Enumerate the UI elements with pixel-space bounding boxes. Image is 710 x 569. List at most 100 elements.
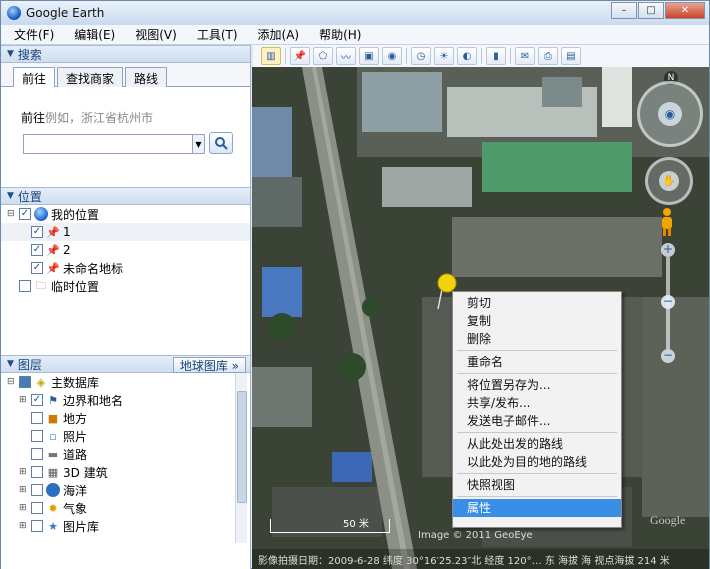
checkbox[interactable] (19, 280, 31, 292)
add-image-overlay-button[interactable]: ▣ (359, 47, 379, 65)
list-item[interactable]: ✓ 📌 未命名地标 (1, 259, 250, 277)
zoom-in-icon[interactable]: + (661, 243, 675, 257)
checkbox[interactable] (31, 430, 43, 442)
list-item[interactable]: 🗀 临时位置 (1, 277, 250, 295)
checkbox[interactable]: ✓ (31, 262, 43, 274)
menu-item-copy[interactable]: 复制 (453, 312, 621, 330)
zoom-slider[interactable]: + − − (661, 243, 675, 363)
minimize-button[interactable]: – (611, 2, 637, 19)
switch-planet-button[interactable]: ◐ (457, 47, 477, 65)
menu-item-directions-from[interactable]: 从此处出发的路线 (453, 435, 621, 453)
layers-scrollbar[interactable] (235, 373, 247, 543)
list-item[interactable]: ▫ 照片 (1, 427, 250, 445)
checkbox[interactable] (31, 448, 43, 460)
checkbox[interactable] (31, 412, 43, 424)
scrollbar-thumb[interactable] (237, 391, 247, 503)
layer-label: 3D 建筑 (63, 465, 108, 480)
checkbox[interactable] (31, 502, 43, 514)
email-button[interactable]: ✉ (515, 47, 535, 65)
expand-tree-icon[interactable]: ⊞ (19, 395, 29, 405)
menu-item-email[interactable]: 发送电子邮件... (453, 412, 621, 430)
toolbar-divider (481, 48, 482, 64)
menu-help[interactable]: 帮助(H) (306, 26, 368, 43)
zoom-out-icon[interactable]: − (661, 349, 675, 363)
menu-edit[interactable]: 编辑(E) (61, 26, 122, 43)
toolbar-divider (510, 48, 511, 64)
maximize-button[interactable]: □ (638, 2, 664, 19)
zoom-thumb-icon[interactable]: − (661, 295, 675, 309)
menu-tools[interactable]: 工具(T) (184, 26, 245, 43)
scale-label: 50 米 (343, 519, 369, 530)
menu-item-directions-to[interactable]: 以此处为目的地的路线 (453, 453, 621, 471)
layer-label: 边界和地名 (63, 393, 124, 408)
list-item[interactable]: ■ 地方 (1, 409, 250, 427)
expand-tree-icon[interactable]: ⊞ (19, 485, 29, 495)
menu-item-delete[interactable]: 删除 (453, 330, 621, 348)
checkbox[interactable] (31, 484, 43, 496)
weather-sun-icon: ✹ (48, 501, 58, 515)
add-polygon-button[interactable]: ⬠ (313, 47, 333, 65)
layers-panel-header[interactable]: ▼ 图层 地球图库 » (1, 355, 250, 373)
list-item[interactable]: ⊟ ✓ 我的位置 (1, 205, 250, 223)
expand-tree-icon[interactable]: ⊞ (19, 521, 29, 531)
ruler-button[interactable]: ▮ (486, 47, 506, 65)
expand-tree-icon[interactable]: ⊞ (19, 503, 29, 513)
list-item[interactable]: ▬ 道路 (1, 445, 250, 463)
list-item[interactable]: ✓ 📌 2 (1, 241, 250, 259)
add-placemark-button[interactable]: 📌 (290, 47, 310, 65)
menu-file[interactable]: 文件(F) (1, 26, 61, 43)
ocean-globe-icon (46, 483, 60, 497)
list-item[interactable]: ⊞ ✹ 气象 (1, 499, 250, 517)
menu-item-rename[interactable]: 重命名 (453, 353, 621, 371)
menu-add[interactable]: 添加(A) (245, 26, 307, 43)
list-item[interactable]: ✓ 📌 1 (1, 223, 250, 241)
add-path-button[interactable]: 〰 (336, 47, 356, 65)
historical-imagery-button[interactable]: ◷ (411, 47, 431, 65)
search-input[interactable] (23, 134, 193, 154)
menu-item-properties[interactable]: 属性 (453, 499, 621, 517)
checkbox[interactable] (19, 376, 31, 388)
close-button[interactable]: ✕ (665, 2, 705, 19)
hand-icon: ✋ (659, 171, 679, 191)
record-tour-button[interactable]: ◉ (382, 47, 402, 65)
view-in-maps-button[interactable]: ▤ (561, 47, 581, 65)
list-item[interactable]: ⊞ ★ 图片库 (1, 517, 250, 535)
google-earth-logo-icon (7, 6, 21, 20)
list-item[interactable]: ⊟ ◈ 主数据库 (1, 373, 250, 391)
search-button[interactable] (209, 132, 233, 154)
checkbox[interactable] (31, 466, 43, 478)
tab-find-business[interactable]: 查找商家 (57, 67, 124, 87)
menu-item-save-place-as[interactable]: 将位置另存为... (453, 376, 621, 394)
tab-directions[interactable]: 路线 (125, 67, 168, 87)
collapse-tree-icon[interactable]: ⊟ (7, 209, 17, 219)
look-joystick-icon[interactable]: ◉ (637, 81, 703, 147)
list-item[interactable]: ⊞ ✓ ⚑ 边界和地名 (1, 391, 250, 409)
layers-panel-title: 图层 (17, 357, 42, 372)
list-item[interactable]: ⊞ 海洋 (1, 481, 250, 499)
earth-gallery-button[interactable]: 地球图库 » (172, 357, 246, 373)
my-places-globe-icon (34, 207, 48, 221)
menu-item-snapshot-view[interactable]: 快照视图 (453, 476, 621, 494)
move-joystick-icon[interactable]: ✋ (645, 157, 693, 205)
checkbox[interactable]: ✓ (31, 226, 43, 238)
collapse-tree-icon[interactable]: ⊟ (7, 377, 17, 387)
places-panel-header[interactable]: ▼ 位置 (1, 187, 250, 205)
search-history-dropdown[interactable]: ▼ (192, 134, 205, 154)
sidebar-toggle-button[interactable]: ▥ (261, 47, 281, 65)
menu-view[interactable]: 视图(V) (122, 26, 184, 43)
print-button[interactable]: ⎙ (538, 47, 558, 65)
menu-item-cut[interactable]: 剪切 (453, 294, 621, 312)
street-view-pegman-icon[interactable] (659, 207, 675, 237)
sunlight-button[interactable]: ☀ (434, 47, 454, 65)
tab-goto[interactable]: 前往 (13, 67, 56, 88)
search-box: 前往例如，浙江省杭州市 ▼ (1, 87, 250, 187)
checkbox[interactable]: ✓ (31, 394, 43, 406)
collapse-icon: ▼ (7, 191, 14, 201)
search-panel-header[interactable]: ▼ 搜索 (1, 45, 250, 63)
menu-item-share-publish[interactable]: 共享/发布... (453, 394, 621, 412)
list-item[interactable]: ⊞ ▦ 3D 建筑 (1, 463, 250, 481)
checkbox[interactable]: ✓ (19, 208, 31, 220)
checkbox[interactable] (31, 520, 43, 532)
expand-tree-icon[interactable]: ⊞ (19, 467, 29, 477)
checkbox[interactable]: ✓ (31, 244, 43, 256)
